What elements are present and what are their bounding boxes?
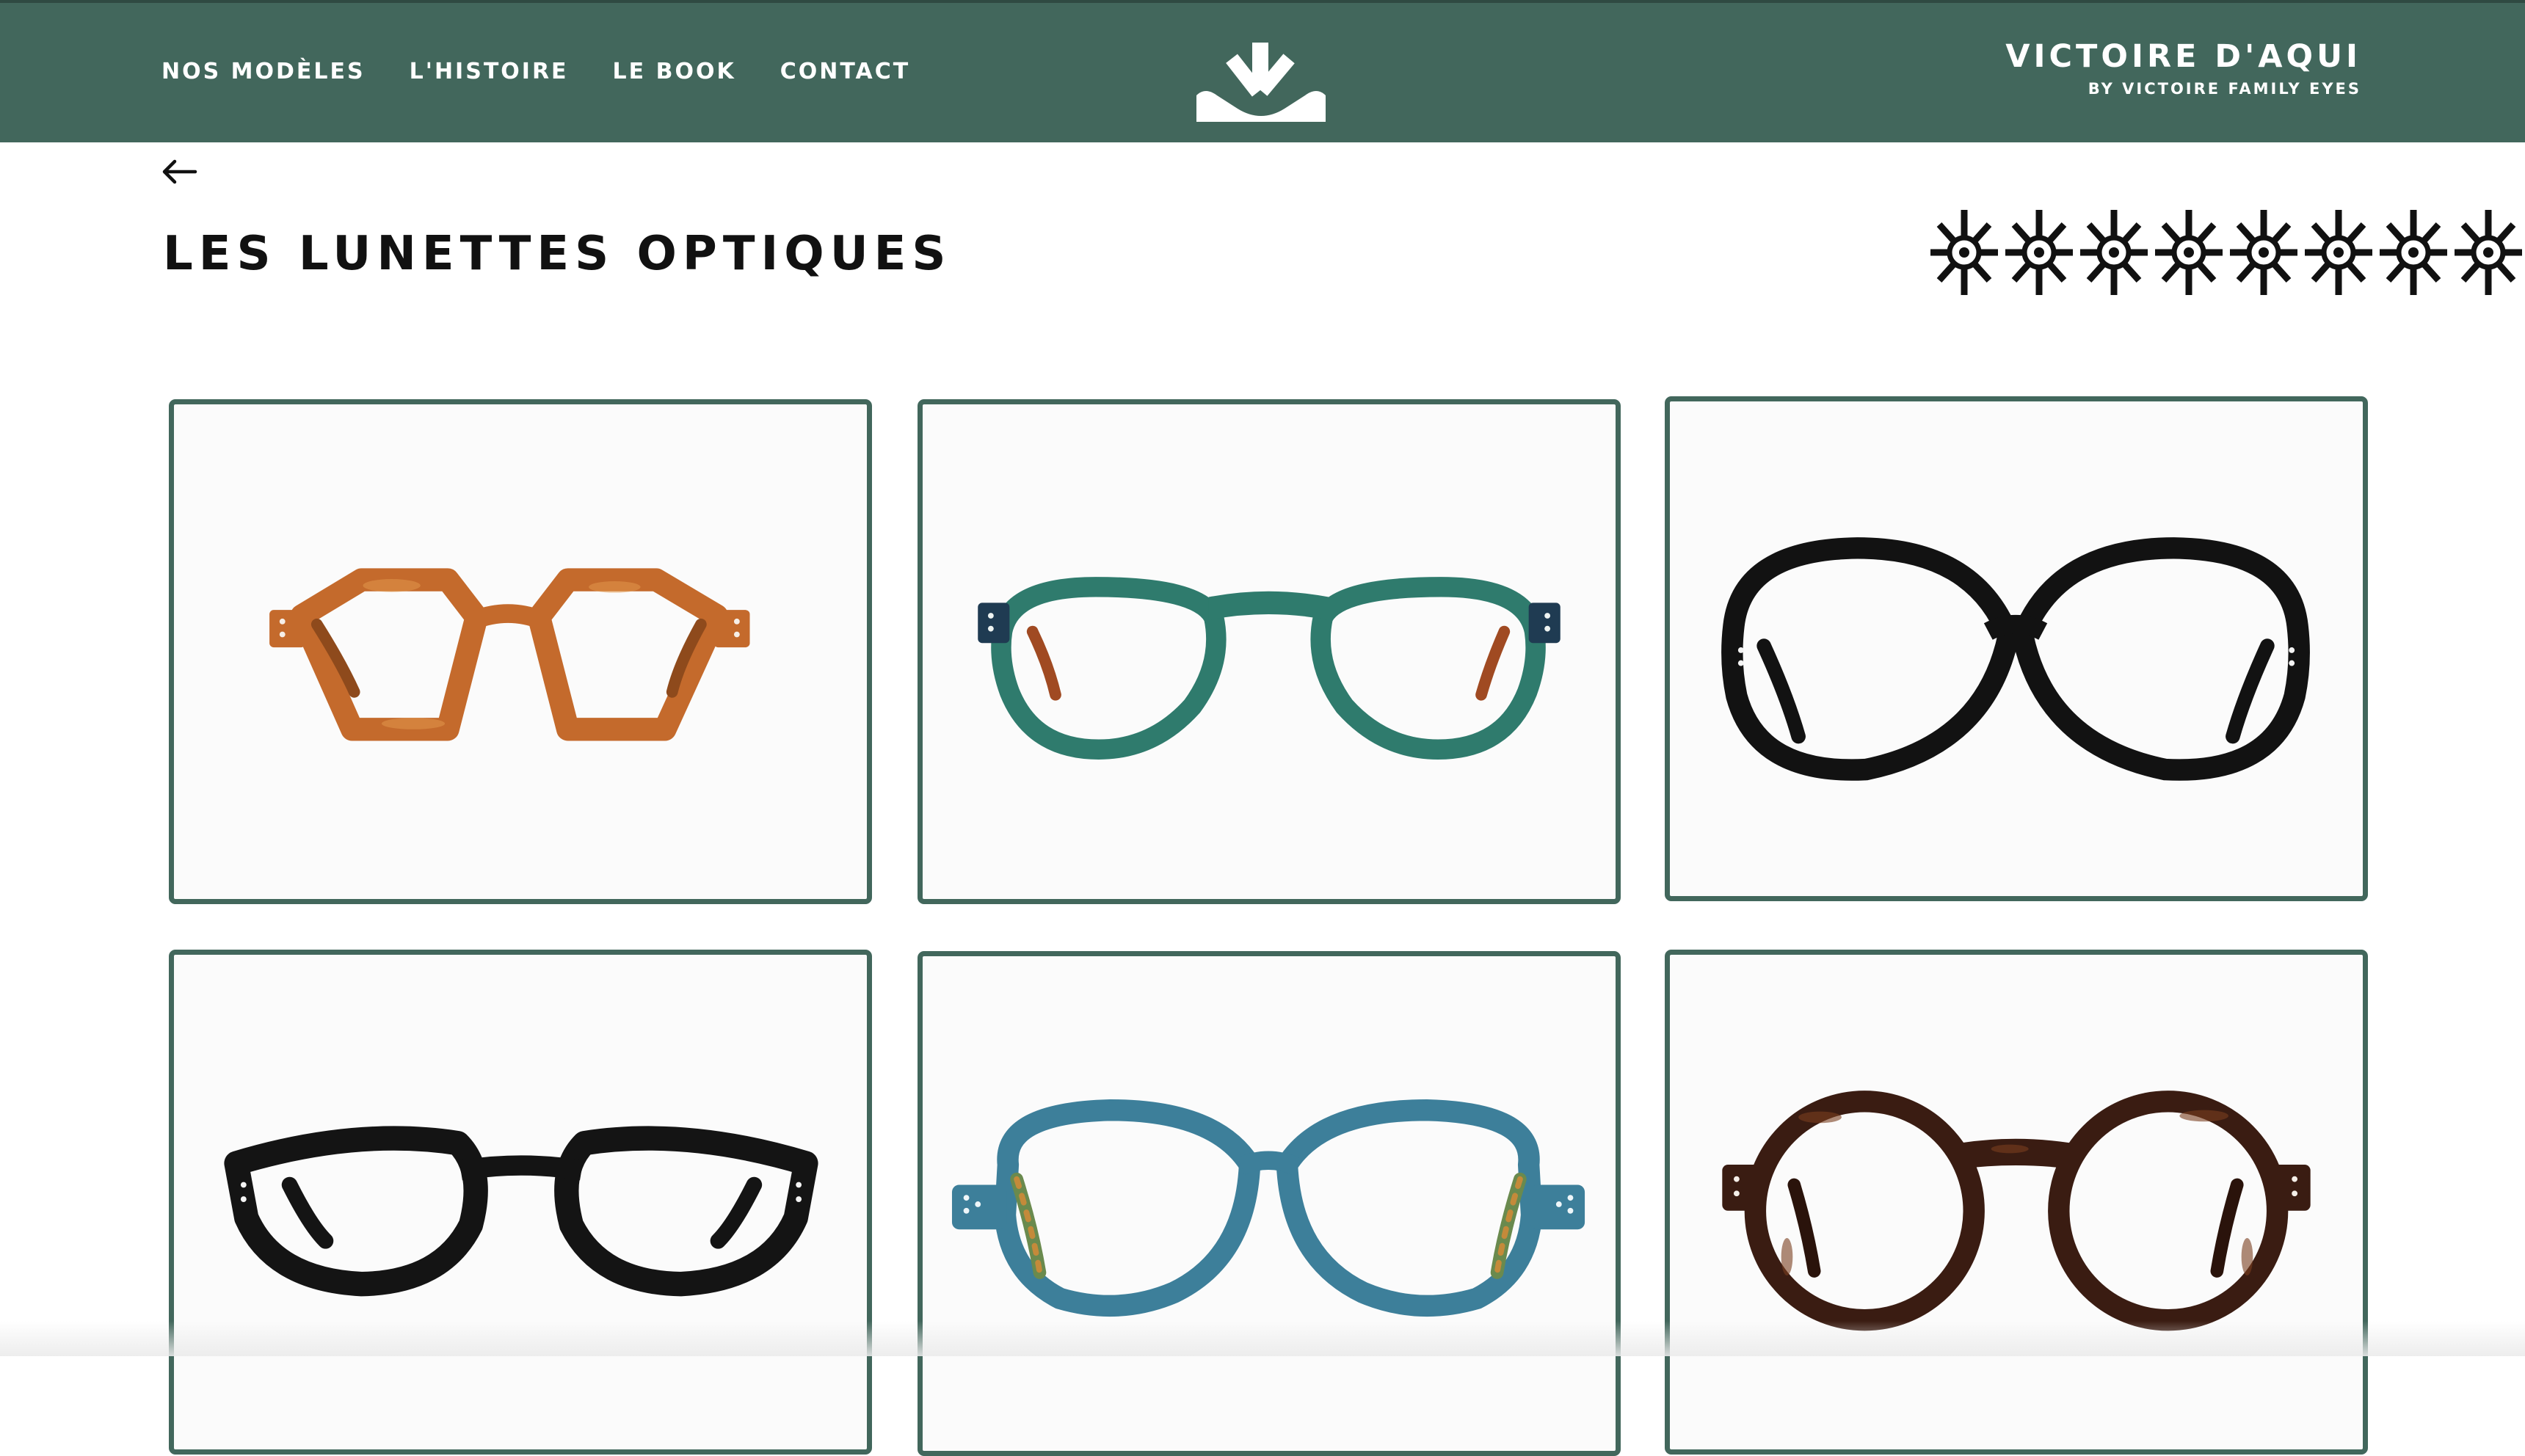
ornament-star-pattern-icon <box>1929 207 2525 298</box>
glasses-hexagonal-image <box>269 568 750 741</box>
page-bottom-fade <box>0 1321 2525 1356</box>
glasses-butterfly-blue-image <box>951 1099 1585 1317</box>
nav-contact[interactable]: CONTACT <box>780 57 910 87</box>
product-card[interactable] <box>1665 396 2368 901</box>
sun-rays-logo-icon[interactable] <box>1195 43 1327 123</box>
product-card[interactable] <box>169 950 872 1455</box>
product-card[interactable] <box>918 951 1621 1456</box>
glasses-cateye-black-image <box>224 1126 818 1297</box>
product-card[interactable] <box>169 399 872 904</box>
brand-name: VICTOIRE D'AQUI <box>2005 38 2361 75</box>
product-card[interactable] <box>1665 950 2368 1455</box>
arrow-left-icon[interactable] <box>159 156 198 188</box>
nav-nos-modeles[interactable]: NOS MODÈLES <box>161 57 366 87</box>
main-nav: NOS MODÈLES L'HISTOIRE LE BOOK CONTACT <box>161 57 910 87</box>
page-title: LES LUNETTES OPTIQUES <box>163 227 952 281</box>
nav-l-histoire[interactable]: L'HISTOIRE <box>410 57 569 87</box>
brand-block[interactable]: VICTOIRE D'AQUI BY VICTOIRE FAMILY EYES <box>2005 37 2361 101</box>
glasses-panto-teal-image <box>978 577 1561 760</box>
brand-subtitle: BY VICTOIRE FAMILY EYES <box>2088 80 2361 98</box>
glasses-round-tortoise-image <box>1722 1091 2311 1331</box>
glasses-round-black-image <box>1721 537 2310 781</box>
product-card[interactable] <box>918 399 1621 904</box>
nav-le-book[interactable]: LE BOOK <box>613 57 736 87</box>
site-header: NOS MODÈLES L'HISTOIRE LE BOOK CONTACT V… <box>0 0 2525 142</box>
